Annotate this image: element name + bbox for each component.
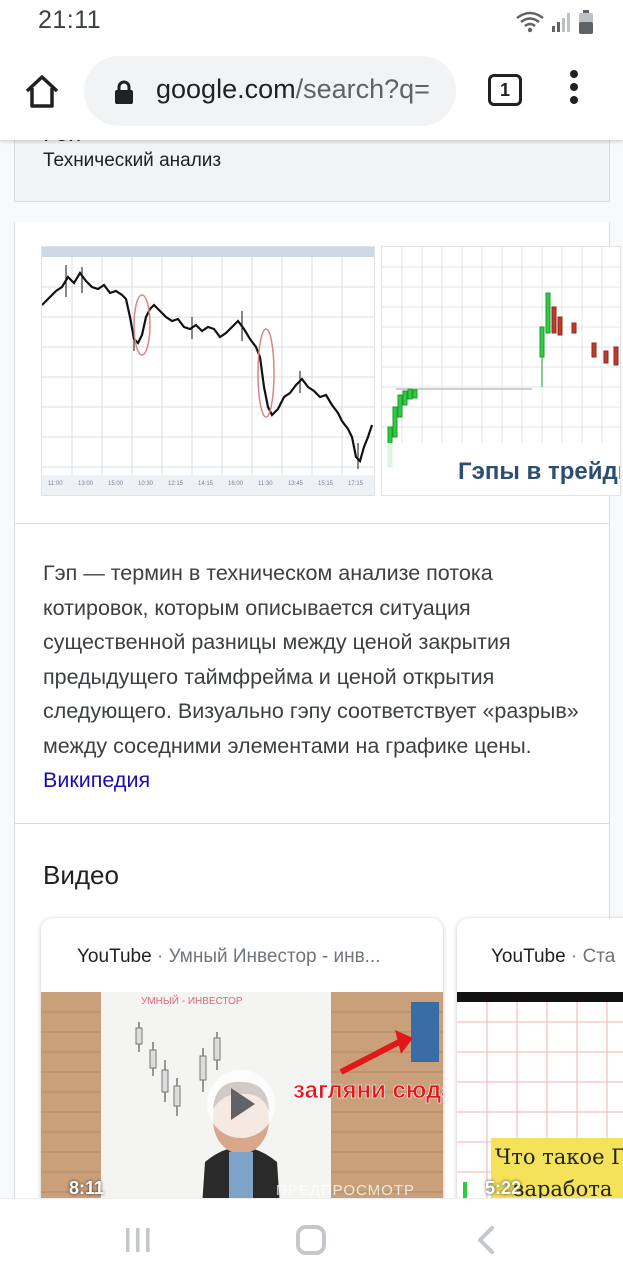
video-duration: 8:11 — [69, 1178, 105, 1198]
svg-text:15:15: 15:15 — [318, 481, 334, 487]
video-card[interactable]: YouTube · Ста Что такое ГЭ зара — [457, 918, 623, 1198]
video-separator: · — [151, 946, 169, 967]
video-duration: 5:22 — [485, 1178, 522, 1198]
video-separator: · — [565, 946, 583, 967]
svg-text:12:15: 12:15 — [168, 481, 184, 487]
home-icon[interactable] — [22, 72, 62, 112]
video-channel: Ста — [582, 946, 616, 967]
url-domain: google.com — [156, 74, 296, 104]
svg-text:13:00: 13:00 — [78, 481, 94, 487]
image-caption: Гэпы в трейдин — [458, 458, 621, 485]
video-thumbnail-image: Что такое ГЭ заработа — [457, 992, 623, 1198]
overflow-menu-icon[interactable] — [568, 70, 580, 110]
video-heading: Видео — [43, 860, 119, 890]
gap-chart-image: Гэпы в трейдин — [382, 247, 621, 495]
home-nav-icon[interactable] — [296, 1225, 326, 1255]
wikipedia-link[interactable]: Википедия — [43, 768, 150, 792]
status-icons — [515, 10, 593, 34]
description-text: Гэп — термин в техническом анализе поток… — [43, 556, 583, 798]
svg-text:17:15: 17:15 — [348, 481, 364, 487]
video-overlay-text: Что такое ГЭ — [495, 1145, 623, 1169]
svg-text:11:30: 11:30 — [258, 481, 273, 487]
video-preview-label: ПРЕДПРОСМОТР — [275, 1182, 415, 1198]
video-thumbnail[interactable]: УМНЫЙ - ИНВЕСТОР загляни сюда 8:11 ПРЕДП… — [41, 992, 443, 1198]
svg-text:14:15: 14:15 — [198, 481, 214, 487]
board-text: УМНЫЙ - ИНВЕСТОР — [141, 994, 243, 1007]
stock-chart-image: 11:00 13:00 15:00 10:30 12:15 14:15 16:00 11:… — [42, 247, 374, 495]
svg-text:11:00: 11:00 — [48, 481, 63, 487]
image-thumbnail[interactable]: 11:00 13:00 15:00 10:30 12:15 14:15 16:00 11:… — [41, 246, 375, 496]
tab-switcher-button[interactable]: 1 — [488, 74, 522, 106]
knowledge-panel-subtitle: Технический анализ — [43, 150, 222, 171]
images-carousel: 11:00 13:00 15:00 10:30 12:15 14:15 16:00 11:… — [14, 222, 621, 524]
video-overlay-text: загляни сюда — [293, 1077, 443, 1104]
knowledge-panel-title: Гэп — [43, 140, 81, 148]
description-card: Гэп — термин в техническом анализе поток… — [14, 524, 610, 824]
browser-toolbar: google.com/search?q= 1 — [0, 44, 623, 140]
svg-text:16:00: 16:00 — [228, 481, 244, 487]
video-overlay-text: заработа — [513, 1177, 612, 1198]
system-navigation-bar — [0, 1198, 623, 1280]
back-icon[interactable] — [474, 1225, 498, 1255]
search-results: Гэп ⌄ Технический анализ — [0, 140, 623, 1198]
recents-icon[interactable] — [124, 1227, 152, 1253]
url-text: google.com/search?q= — [156, 74, 430, 105]
svg-text:10:30: 10:30 — [138, 481, 154, 487]
status-bar: 21:11 — [0, 0, 623, 44]
signal-icon — [552, 13, 570, 32]
video-source: YouTube · Умный Инвестор - инв... — [77, 946, 381, 968]
video-thumbnail[interactable]: Что такое ГЭ заработа 5:22 — [457, 992, 623, 1198]
svg-text:15:00: 15:00 — [108, 481, 124, 487]
lock-icon — [115, 80, 133, 104]
video-thumbnail-image: УМНЫЙ - ИНВЕСТОР загляни сюда — [41, 992, 443, 1198]
video-site: YouTube — [491, 946, 566, 967]
battery-icon — [579, 10, 593, 34]
video-section: Видео YouTube · Умный Инвестор - инв... … — [14, 824, 623, 1198]
url-path: /search?q= — [295, 74, 430, 104]
video-channel: Умный Инвестор - инв... — [168, 946, 381, 967]
description-body: Гэп — термин в техническом анализе поток… — [43, 561, 579, 758]
status-time: 21:11 — [38, 6, 102, 34]
video-source: YouTube · Ста — [491, 946, 615, 968]
video-card[interactable]: YouTube · Умный Инвестор - инв... УМНЫЙ … — [41, 918, 443, 1198]
image-thumbnail[interactable]: Гэпы в трейдин — [381, 246, 621, 496]
knowledge-panel-header[interactable]: Гэп ⌄ Технический анализ — [14, 140, 610, 202]
url-bar[interactable]: google.com/search?q= — [84, 56, 456, 126]
wifi-icon — [516, 11, 544, 33]
video-site: YouTube — [77, 946, 152, 967]
svg-text:13:45: 13:45 — [288, 481, 304, 487]
